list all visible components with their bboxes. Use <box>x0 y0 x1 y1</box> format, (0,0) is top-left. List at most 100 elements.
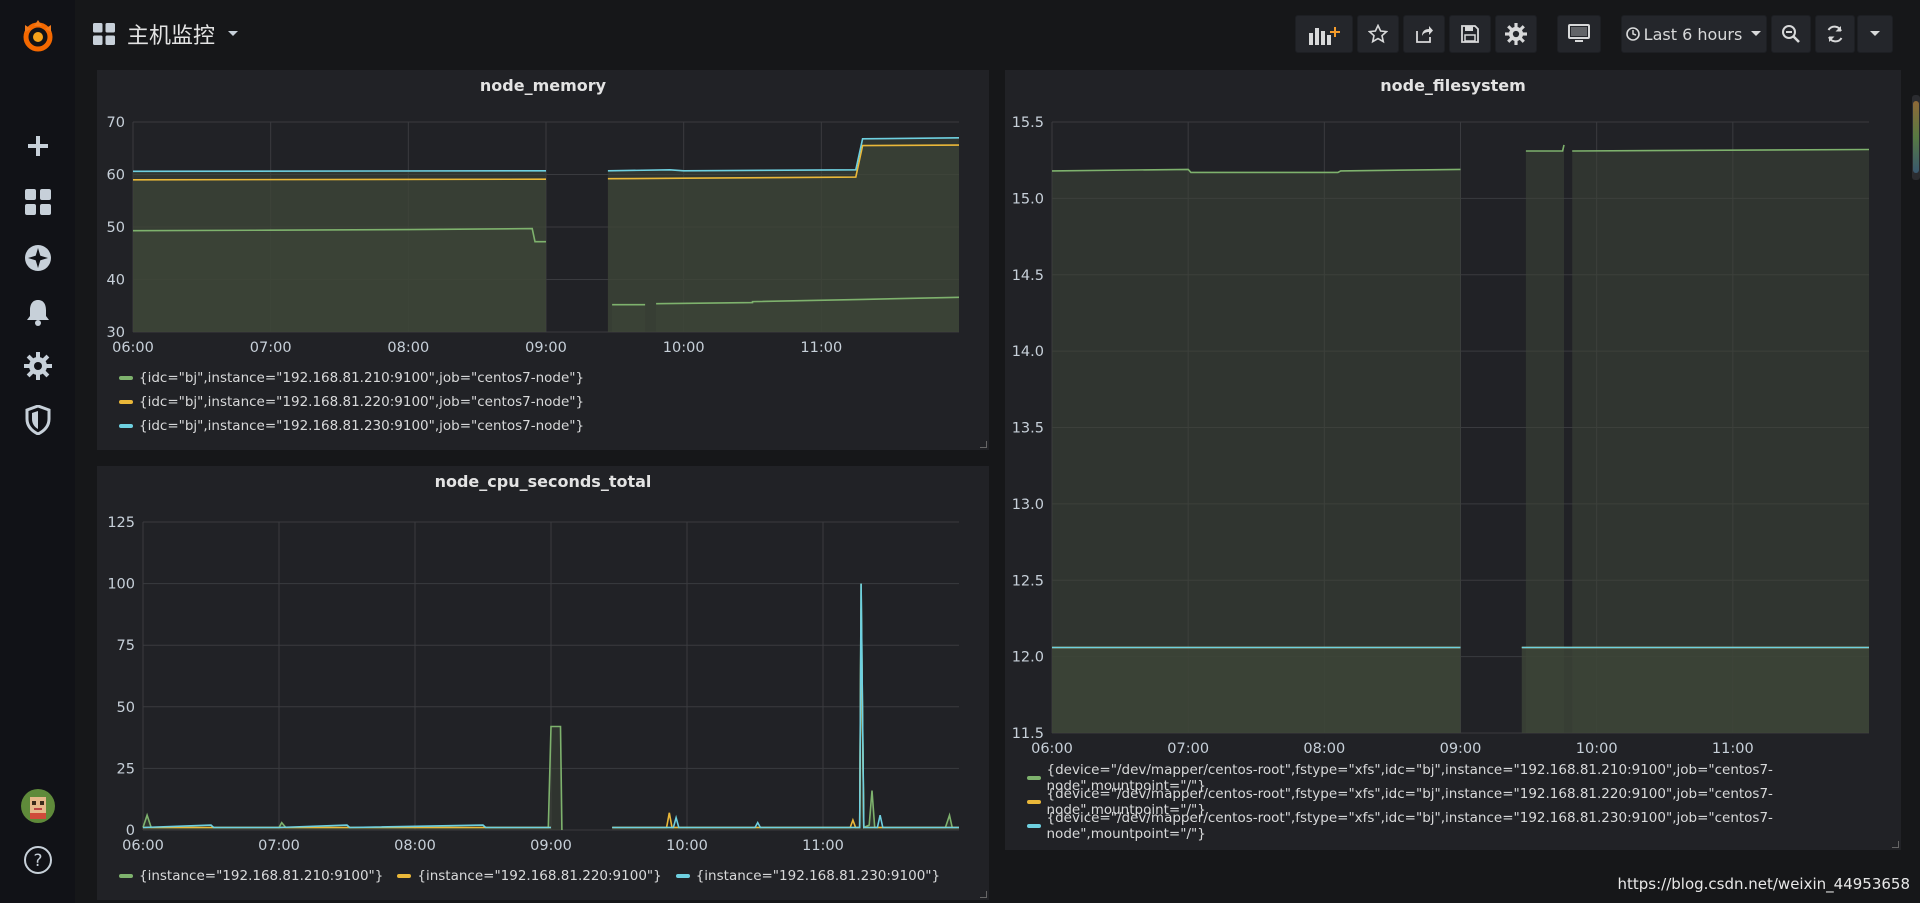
x-tick-label: 07:00 <box>1167 741 1209 757</box>
time-range-label: Last 6 hours <box>1643 24 1743 44</box>
y-tick-label: 75 <box>117 638 135 654</box>
filesystem-chart[interactable]: 11.5 12.0 12.5 13.0 13.5 14.0 14.5 15.0 15.5 06:0… <box>1005 70 1901 770</box>
x-tick-label: 08:00 <box>394 838 436 854</box>
help-icon[interactable]: ? <box>0 834 75 886</box>
y-tick-label: 11.5 <box>1012 726 1044 742</box>
x-tick-label: 08:00 <box>1303 741 1345 757</box>
panel-node-cpu-seconds-total[interactable]: node_cpu_seconds_total 0 25 50 75 100 125 06:0… <box>97 466 989 900</box>
refresh-icon <box>1827 25 1843 43</box>
shield-icon[interactable] <box>0 394 75 446</box>
series-area <box>1525 144 1564 733</box>
legend-item[interactable]: {instance="192.168.81.210:9100"} <box>119 868 383 884</box>
legend-label: {instance="192.168.81.210:9100"} <box>139 868 384 884</box>
explore-compass-icon[interactable] <box>0 232 75 284</box>
legend-label: {instance="192.168.81.220:9100"} <box>417 868 662 884</box>
y-tick-label: 40 <box>107 273 125 289</box>
resize-handle[interactable] <box>980 441 987 448</box>
memory-chart[interactable]: 30 40 50 60 70 06:00 07:00 08:00 09:00 10:00 11:00 <box>97 70 989 370</box>
series-area <box>143 726 562 830</box>
y-tick-label: 13.0 <box>1012 497 1044 513</box>
legend-item[interactable]: {instance="192.168.81.230:9100"} <box>675 868 941 884</box>
star-icon <box>1368 24 1388 44</box>
y-tick-label: 50 <box>117 700 135 716</box>
legend-swatch <box>675 874 690 878</box>
series-line <box>142 725 563 831</box>
panel-node-filesystem[interactable]: node_filesystem 11.5 12.0 12.5 13.0 13.5 14.0… <box>1005 70 1901 850</box>
clock-icon <box>1625 27 1640 41</box>
y-tick-label: 25 <box>117 761 135 777</box>
dashboard-grid-icon <box>93 23 115 45</box>
dashboards-icon[interactable] <box>0 176 75 228</box>
user-avatar-icon[interactable] <box>0 780 75 832</box>
save-icon <box>1461 25 1479 43</box>
legend-item[interactable]: {device="/dev/mapper/centos-root",fstype… <box>1027 810 1901 842</box>
resize-handle[interactable] <box>980 891 987 898</box>
series-line <box>132 170 547 173</box>
legend-swatch <box>119 400 133 404</box>
bell-icon[interactable] <box>0 286 75 338</box>
y-tick-label: 0 <box>126 823 135 839</box>
x-tick-label: 06:00 <box>1031 741 1073 757</box>
time-range-picker[interactable]: Last 6 hours <box>1621 15 1767 53</box>
y-tick-label: 12.5 <box>1012 573 1044 589</box>
legend-label: {idc="bj",instance="192.168.81.220:9100"… <box>139 394 585 410</box>
x-tick-label: 11:00 <box>800 340 842 356</box>
series-line <box>1525 144 1565 152</box>
sidebar: ? <box>0 0 75 903</box>
series-area <box>1052 647 1461 733</box>
y-tick-label: 14.5 <box>1012 268 1044 284</box>
x-tick-label: 11:00 <box>1712 741 1754 757</box>
scrollbar-thumb[interactable] <box>1913 101 1919 173</box>
dashboard-settings-button[interactable] <box>1495 15 1537 53</box>
x-tick-label: 10:00 <box>666 838 708 854</box>
x-tick-label: 09:00 <box>525 340 567 356</box>
resize-handle[interactable] <box>1892 841 1899 848</box>
series-line <box>612 583 959 829</box>
y-tick-label: 125 <box>107 515 135 531</box>
plus-icon[interactable] <box>0 120 75 172</box>
gear-icon[interactable] <box>0 340 75 392</box>
legend-item[interactable]: {idc="bj",instance="192.168.81.220:9100"… <box>119 390 584 414</box>
x-tick-label: 10:00 <box>663 340 705 356</box>
star-button[interactable] <box>1357 15 1399 53</box>
x-tick-label: 09:00 <box>1440 741 1482 757</box>
share-button[interactable] <box>1403 15 1445 53</box>
series-area <box>133 170 546 332</box>
legend-item[interactable]: {idc="bj",instance="192.168.81.230:9100"… <box>119 414 584 438</box>
zoom-out-button[interactable] <box>1771 15 1811 53</box>
legend-swatch <box>1027 800 1041 804</box>
y-tick-label: 70 <box>107 115 125 131</box>
legend: {device="/dev/mapper/centos-root",fstype… <box>1027 762 1901 842</box>
legend-item[interactable]: {idc="bj",instance="192.168.81.210:9100"… <box>119 366 584 390</box>
dashboard-title-picker[interactable]: 主机监控 <box>93 18 239 50</box>
zoom-out-icon <box>1782 25 1800 43</box>
legend-label: {idc="bj",instance="192.168.81.230:9100"… <box>139 418 585 434</box>
y-tick-label: 13.5 <box>1012 421 1044 437</box>
tv-mode-button[interactable] <box>1557 15 1601 53</box>
y-tick-label: 14.0 <box>1012 344 1044 360</box>
series-line <box>612 583 959 829</box>
legend-label: {instance="192.168.81.230:9100"} <box>695 868 941 884</box>
y-tick-label: 100 <box>107 577 135 593</box>
add-panel-button[interactable] <box>1295 15 1353 53</box>
watermark: https://blog.csdn.net/weixin_44953658 <box>1617 875 1910 893</box>
caret-down-icon <box>228 31 239 36</box>
legend-item[interactable]: {instance="192.168.81.220:9100"} <box>397 868 662 884</box>
panel-node-memory[interactable]: node_memory 30 40 50 60 70 06:00 07:00 08:00 09:… <box>97 70 989 450</box>
refresh-interval-dropdown[interactable] <box>1857 15 1893 53</box>
legend: {idc="bj",instance="192.168.81.210:9100"… <box>119 366 584 438</box>
legend-swatch <box>397 874 412 878</box>
save-button[interactable] <box>1449 15 1491 53</box>
cpu-chart[interactable]: 0 25 50 75 100 125 06:00 07:00 08:00 09:00 10:00 11… <box>97 466 989 866</box>
grafana-logo-icon[interactable] <box>0 10 75 62</box>
y-tick-label: 15.5 <box>1012 115 1044 131</box>
y-tick-label: 50 <box>107 220 125 236</box>
refresh-button[interactable] <box>1815 15 1855 53</box>
legend-swatch <box>119 376 133 380</box>
scrollbar[interactable] <box>1912 95 1920 180</box>
tv-mode-icon <box>1568 24 1590 42</box>
x-tick-label: 11:00 <box>802 838 844 854</box>
caret-down-icon <box>1870 31 1880 36</box>
legend: {instance="192.168.81.210:9100"} {instan… <box>119 864 940 888</box>
legend-swatch <box>119 874 133 878</box>
